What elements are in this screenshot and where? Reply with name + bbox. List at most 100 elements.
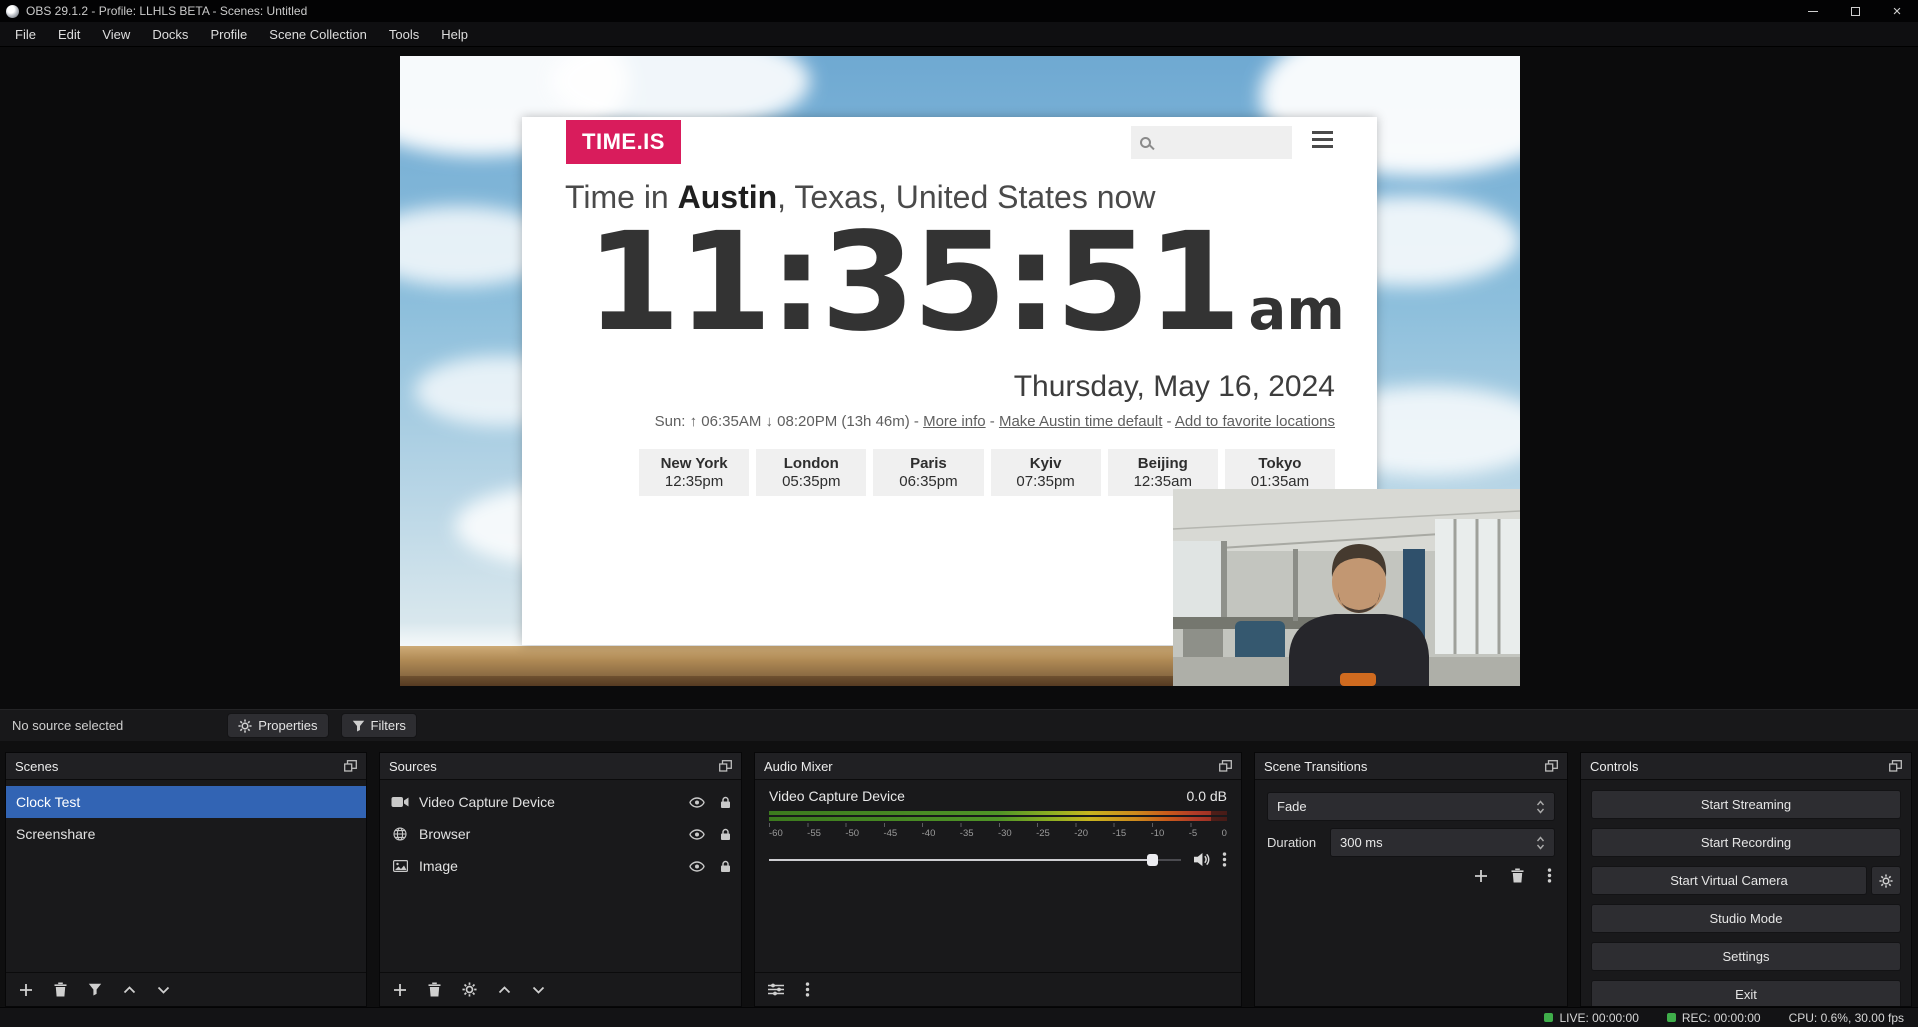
search-icon bbox=[1140, 137, 1151, 148]
exit-button[interactable]: Exit bbox=[1591, 980, 1901, 1006]
menu-file[interactable]: File bbox=[4, 22, 47, 46]
mixer-panel-title: Audio Mixer bbox=[764, 759, 833, 774]
dots-vertical-icon bbox=[1222, 852, 1227, 867]
source-toolbar: No source selected Properties Filters bbox=[0, 709, 1918, 741]
visibility-toggle-button[interactable] bbox=[689, 797, 705, 808]
visibility-toggle-button[interactable] bbox=[689, 861, 705, 872]
minimize-button[interactable] bbox=[1792, 0, 1834, 22]
advanced-audio-button[interactable] bbox=[768, 983, 784, 996]
source-item-video-capture[interactable]: Video Capture Device bbox=[380, 786, 741, 818]
scenes-popout-button[interactable] bbox=[344, 760, 357, 772]
scene-filters-button[interactable] bbox=[88, 983, 102, 996]
start-streaming-button[interactable]: Start Streaming bbox=[1591, 790, 1901, 819]
minimize-icon bbox=[1808, 11, 1818, 12]
timeis-search-box bbox=[1131, 126, 1292, 159]
lock-toggle-button[interactable] bbox=[720, 860, 731, 873]
source-item-image[interactable]: Image bbox=[380, 850, 741, 882]
sources-panel: Sources Video Capture Device Browser bbox=[379, 752, 742, 1007]
dots-vertical-icon bbox=[805, 982, 810, 997]
chevron-up-icon bbox=[498, 986, 511, 994]
menu-view[interactable]: View bbox=[91, 22, 141, 46]
eye-icon bbox=[689, 797, 705, 808]
gear-icon bbox=[1879, 874, 1893, 888]
menu-help[interactable]: Help bbox=[430, 22, 479, 46]
scene-item-screenshare[interactable]: Screenshare bbox=[6, 818, 366, 850]
dock-row: Scenes Clock Test Screenshare Sources bbox=[0, 741, 1918, 1007]
add-transition-button[interactable] bbox=[1474, 869, 1488, 883]
add-source-button[interactable] bbox=[393, 983, 407, 997]
scene-item-clock-test[interactable]: Clock Test bbox=[6, 786, 366, 818]
lock-icon bbox=[720, 860, 731, 873]
popout-icon bbox=[719, 760, 732, 772]
city-box: New York12:35pm bbox=[639, 449, 749, 496]
plus-icon bbox=[393, 983, 407, 997]
source-item-browser[interactable]: Browser bbox=[380, 818, 741, 850]
filters-button[interactable]: Filters bbox=[341, 713, 417, 738]
live-indicator-icon bbox=[1544, 1013, 1553, 1022]
lock-toggle-button[interactable] bbox=[720, 828, 731, 841]
transition-menu-button[interactable] bbox=[1547, 868, 1552, 883]
properties-button[interactable]: Properties bbox=[227, 713, 328, 738]
chevron-down-icon bbox=[532, 986, 545, 994]
filter-icon bbox=[88, 983, 102, 996]
sources-popout-button[interactable] bbox=[719, 760, 732, 772]
eye-icon bbox=[689, 829, 705, 840]
trash-icon bbox=[1511, 868, 1524, 883]
remove-transition-button[interactable] bbox=[1511, 868, 1524, 883]
remove-source-button[interactable] bbox=[428, 982, 441, 997]
studio-mode-button[interactable]: Studio Mode bbox=[1591, 904, 1901, 933]
menu-docks[interactable]: Docks bbox=[141, 22, 199, 46]
move-source-up-button[interactable] bbox=[498, 986, 511, 994]
move-source-down-button[interactable] bbox=[532, 986, 545, 994]
transition-select[interactable]: Fade bbox=[1267, 792, 1555, 821]
remove-scene-button[interactable] bbox=[54, 982, 67, 997]
obs-logo-icon bbox=[6, 5, 19, 18]
duration-spinbox[interactable]: 300 ms bbox=[1330, 828, 1555, 857]
transitions-panel-title: Scene Transitions bbox=[1264, 759, 1367, 774]
spin-arrows-icon bbox=[1536, 836, 1545, 850]
eye-icon bbox=[689, 861, 705, 872]
lock-toggle-button[interactable] bbox=[720, 796, 731, 809]
chevron-up-icon bbox=[123, 986, 136, 994]
volume-slider[interactable] bbox=[769, 853, 1181, 867]
menu-tools[interactable]: Tools bbox=[378, 22, 430, 46]
city-box: Kyiv07:35pm bbox=[991, 449, 1101, 496]
start-virtual-camera-button[interactable]: Start Virtual Camera bbox=[1591, 866, 1867, 895]
add-scene-button[interactable] bbox=[19, 983, 33, 997]
webcam-overlay bbox=[1173, 489, 1520, 686]
transitions-popout-button[interactable] bbox=[1545, 760, 1558, 772]
menu-scene-collection[interactable]: Scene Collection bbox=[258, 22, 378, 46]
duration-label: Duration bbox=[1267, 835, 1320, 850]
cpu-status: CPU: 0.6%, 30.00 fps bbox=[1789, 1011, 1904, 1025]
timeis-sun-line: Sun: ↑ 06:35AM ↓ 08:20PM (13h 46m) - Mor… bbox=[655, 413, 1335, 430]
move-scene-down-button[interactable] bbox=[157, 986, 170, 994]
globe-icon bbox=[390, 827, 410, 841]
settings-button[interactable]: Settings bbox=[1591, 942, 1901, 971]
mixer-channel-name: Video Capture Device bbox=[769, 788, 905, 804]
mute-button[interactable] bbox=[1192, 852, 1211, 867]
filter-icon bbox=[352, 720, 365, 732]
move-scene-up-button[interactable] bbox=[123, 986, 136, 994]
mixer-popout-button[interactable] bbox=[1219, 760, 1232, 772]
menu-edit[interactable]: Edit bbox=[47, 22, 91, 46]
mixer-menu-button[interactable] bbox=[805, 982, 810, 997]
menu-profile[interactable]: Profile bbox=[199, 22, 258, 46]
clock-time: 11:35:51 bbox=[586, 204, 1239, 362]
preview-area: TIME.IS Time in Austin, Texas, United St… bbox=[0, 47, 1918, 709]
scene-preview[interactable]: TIME.IS Time in Austin, Texas, United St… bbox=[400, 56, 1520, 686]
plus-icon bbox=[19, 983, 33, 997]
start-recording-button[interactable]: Start Recording bbox=[1591, 828, 1901, 857]
channel-menu-button[interactable] bbox=[1222, 852, 1227, 867]
volume-slider-handle[interactable] bbox=[1147, 854, 1158, 866]
visibility-toggle-button[interactable] bbox=[689, 829, 705, 840]
rec-indicator-icon bbox=[1667, 1013, 1676, 1022]
source-properties-button[interactable] bbox=[462, 982, 477, 997]
close-button[interactable]: × bbox=[1876, 0, 1918, 22]
virtual-camera-settings-button[interactable] bbox=[1871, 866, 1901, 895]
combo-arrows-icon bbox=[1536, 800, 1545, 814]
controls-popout-button[interactable] bbox=[1889, 760, 1902, 772]
plus-icon bbox=[1474, 869, 1488, 883]
controls-panel: Controls Start Streaming Start Recording… bbox=[1580, 752, 1912, 1007]
maximize-button[interactable] bbox=[1834, 0, 1876, 22]
maximize-icon bbox=[1851, 7, 1860, 16]
